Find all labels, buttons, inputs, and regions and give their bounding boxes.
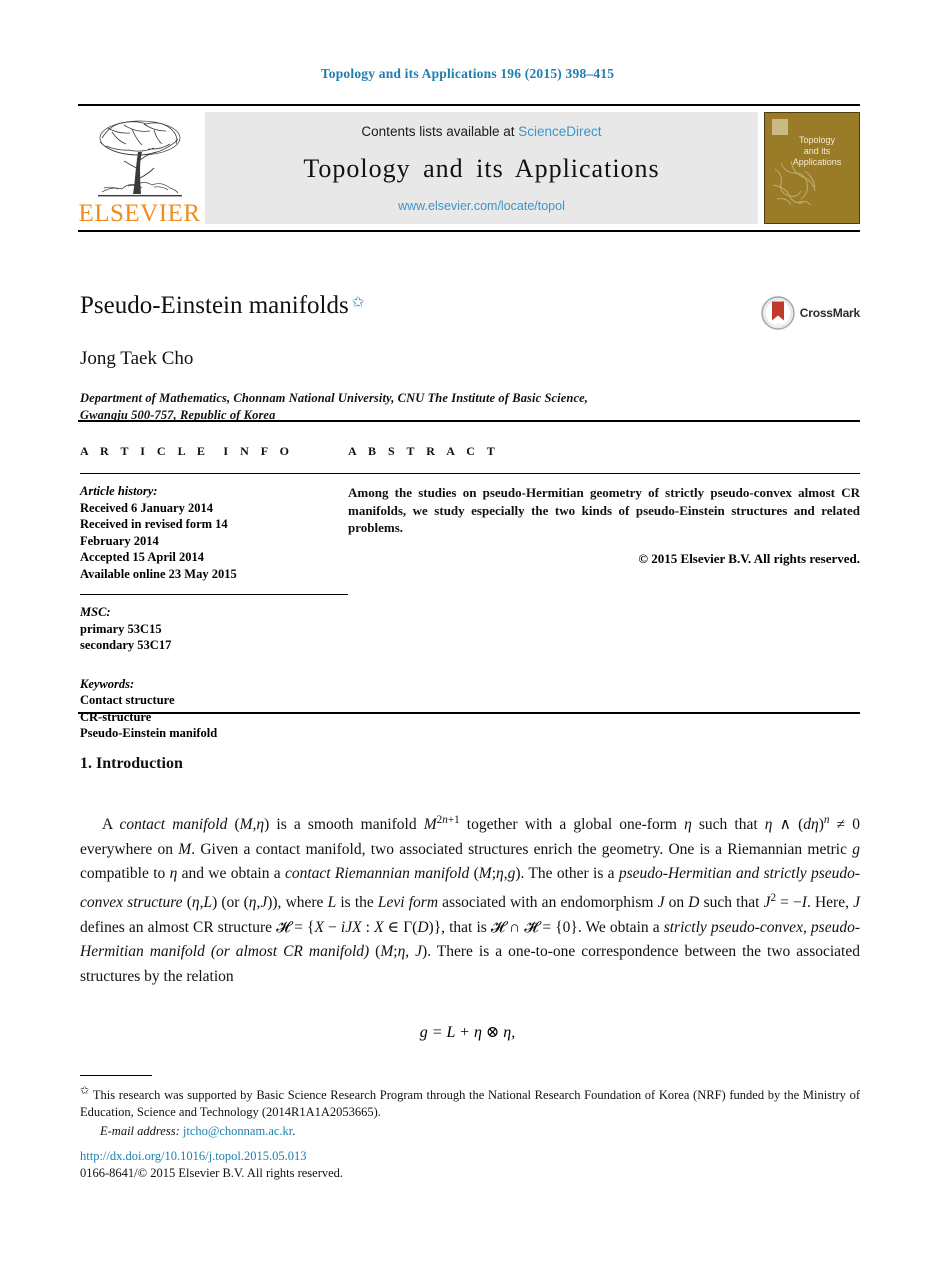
article-history-heading: Article history: (80, 484, 158, 498)
crossmark-badge[interactable]: CrossMark (761, 296, 860, 330)
cover-artwork-icon (772, 160, 816, 206)
crossmark-icon (761, 296, 795, 330)
info-section-top-rule (78, 420, 860, 422)
section-heading-introduction: 1. Introduction (80, 755, 183, 772)
contents-prefix: Contents lists available at (361, 124, 515, 139)
msc-line: primary 53C15 (80, 621, 162, 636)
cover-title-line-2: and its (803, 146, 831, 156)
affiliation-line-1: Department of Mathematics, Chonnam Natio… (80, 391, 588, 405)
article-info-rule (80, 473, 348, 474)
email-label: E-mail address: (100, 1124, 180, 1139)
journal-url-link[interactable]: www.elsevier.com/locate/topol (398, 199, 565, 213)
title-footnote-marker[interactable]: ✩ (352, 295, 365, 311)
history-line: Available online 23 May 2015 (80, 566, 237, 581)
keyword-item: Pseudo-Einstein manifold (80, 726, 218, 740)
abstract-column: A B S T R A C T Among the studies on pse… (348, 444, 860, 742)
msc-heading: MSC: (80, 605, 111, 619)
email-trailing-period: . (292, 1124, 296, 1139)
history-line: Received 6 January 2014 (80, 500, 213, 515)
article-info-label: A R T I C L E I N F O (80, 444, 294, 458)
equation-metric-relation: g = L + η ⊗ η, (419, 1024, 516, 1041)
issn-copyright-line: 0166-8641/© 2015 Elsevier B.V. All right… (80, 1165, 344, 1180)
email-address-link[interactable]: jtcho@chonnam.ac.kr (183, 1124, 292, 1138)
abstract-label: A B S T R A C T (348, 444, 500, 458)
keyword-item: Contact structure (80, 693, 175, 707)
msc-line: secondary 53C17 (80, 638, 172, 652)
keywords-heading: Keywords: (80, 676, 135, 691)
crossmark-label: CrossMark (799, 306, 860, 320)
introduction-paragraph: A contact manifold (M,η) is a smooth man… (80, 814, 861, 985)
history-line: Received in revised form 14 (80, 517, 228, 531)
funding-footnote: ✩ This research was supported by Basic S… (80, 1083, 860, 1120)
footnote-block: ✩ This research was supported by Basic S… (80, 1083, 860, 1140)
elsevier-tree-icon (88, 116, 192, 200)
abstract-rule (348, 473, 860, 474)
abstract-copyright: © 2015 Elsevier B.V. All rights reserved… (638, 550, 860, 566)
contents-available-line: Contents lists available at ScienceDirec… (361, 124, 601, 139)
funding-footnote-text: This research was supported by Basic Sci… (80, 1088, 860, 1119)
title-block: Pseudo-Einstein manifolds ✩ CrossMark Jon… (80, 292, 860, 424)
keywords-group: Keywords: Contact structure CR-structure… (80, 676, 348, 742)
cover-title-line-1: Topology (798, 135, 836, 145)
elsevier-logo: ELSEVIER (78, 106, 201, 230)
author-name: Jong Taek Cho (80, 348, 194, 369)
sciencedirect-link[interactable]: ScienceDirect (518, 124, 601, 139)
article-info-column: A R T I C L E I N F O Article history: R… (80, 444, 348, 742)
msc-group: MSC: primary 53C15 secondary 53C17 (80, 604, 348, 654)
footnote-rule (80, 1075, 152, 1076)
running-head: Topology and its Applications 196 (2015)… (320, 66, 615, 81)
history-line: February 2014 (80, 533, 159, 548)
page-title: Pseudo-Einstein manifolds (80, 292, 349, 319)
journal-masthead: ELSEVIER Contents lists available at Sci… (78, 104, 860, 232)
paper-page: Topology and its Applications 196 (2015)… (0, 0, 935, 1266)
journal-title: Topology and its Applications (303, 154, 660, 183)
history-line: Accepted 15 April 2014 (80, 550, 204, 564)
info-abstract-columns: A R T I C L E I N F O Article history: R… (80, 444, 860, 742)
journal-cover-thumbnail[interactable]: Topology and its Applications (764, 112, 860, 224)
footnote-star-marker: ✩ (80, 1085, 90, 1097)
abstract-text: Among the studies on pseudo-Hermitian ge… (348, 485, 860, 535)
keyword-item: CR-structure (80, 709, 152, 724)
elsevier-wordmark: ELSEVIER (78, 200, 201, 227)
introduction-body: A contact manifold (M,η) is a smooth man… (80, 808, 860, 989)
masthead-center: Contents lists available at ScienceDirec… (205, 112, 758, 224)
imprint-block: http://dx.doi.org/10.1016/j.topol.2015.0… (80, 1148, 343, 1181)
email-footnote: E-mail address: jtcho@chonnam.ac.kr. (80, 1123, 860, 1140)
affiliation: Department of Mathematics, Chonnam Natio… (80, 390, 720, 424)
msc-divider-rule (80, 594, 348, 595)
article-history-group: Article history: Received 6 January 2014… (80, 483, 348, 582)
doi-link[interactable]: http://dx.doi.org/10.1016/j.topol.2015.0… (80, 1148, 343, 1165)
cover-elsevier-mini-logo (772, 119, 788, 135)
